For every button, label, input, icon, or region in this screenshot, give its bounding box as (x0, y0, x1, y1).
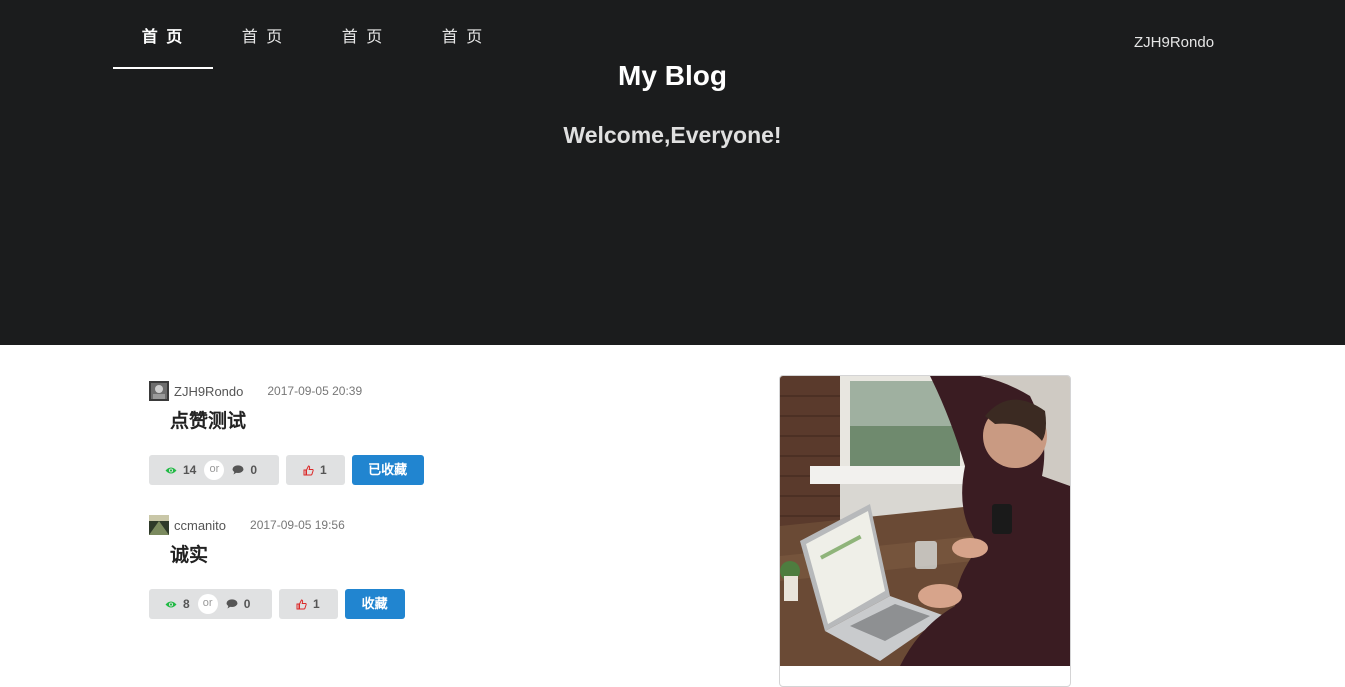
post-author[interactable]: ccmanito (174, 518, 226, 533)
comment-icon (232, 465, 244, 475)
thumbs-up-icon (296, 598, 307, 609)
post-date: 2017-09-05 19:56 (250, 518, 345, 532)
avatar[interactable] (149, 381, 169, 401)
featured-image-card[interactable] (779, 375, 1071, 687)
featured-image (780, 376, 1070, 666)
comments-stat[interactable]: 0 (218, 589, 267, 619)
nav-item-home-2[interactable]: 首 页 (213, 0, 313, 69)
comment-icon (226, 599, 238, 609)
post-meta: ccmanito 2017-09-05 19:56 (149, 515, 405, 535)
favorite-button[interactable]: 已收藏 (351, 455, 424, 485)
avatar[interactable] (149, 515, 169, 535)
like-button[interactable]: 1 (279, 589, 338, 619)
post-item: ccmanito 2017-09-05 19:56 诚实 8 or 0 1 收藏 (149, 515, 405, 619)
views-stat[interactable]: 14 (149, 455, 204, 485)
nav-item-home-3[interactable]: 首 页 (313, 0, 413, 69)
likes-count: 1 (313, 597, 320, 611)
top-nav: 首 页 首 页 首 页 首 页 (113, 0, 513, 69)
post-item: ZJH9Rondo 2017-09-05 20:39 点赞测试 14 or 0 (149, 381, 424, 485)
like-button[interactable]: 1 (286, 455, 345, 485)
post-meta: ZJH9Rondo 2017-09-05 20:39 (149, 381, 424, 401)
views-count: 14 (183, 463, 197, 477)
likes-count: 1 (320, 463, 327, 477)
eye-icon (165, 467, 177, 473)
stats-group: 8 or 0 (149, 589, 272, 619)
post-actions: 8 or 0 1 收藏 (149, 589, 405, 619)
site-subtitle: Welcome,Everyone! (563, 122, 782, 148)
post-author[interactable]: ZJH9Rondo (174, 384, 243, 399)
hero-header: 首 页 首 页 首 页 首 页 ZJH9Rondo My Blog Welcom… (0, 0, 1345, 345)
or-divider: or (197, 594, 218, 614)
post-date: 2017-09-05 20:39 (267, 384, 363, 398)
thumbs-up-icon (303, 464, 314, 475)
site-title: My Blog (618, 60, 727, 91)
stats-group: 14 or 0 (149, 455, 279, 485)
or-divider: or (204, 460, 225, 480)
nav-username[interactable]: ZJH9Rondo (1134, 34, 1214, 51)
nav-item-home-1[interactable]: 首 页 (113, 0, 213, 69)
views-count: 8 (183, 597, 190, 611)
views-stat[interactable]: 8 (149, 589, 198, 619)
comments-count: 0 (250, 463, 258, 477)
comments-stat[interactable]: 0 (224, 455, 273, 485)
comments-count: 0 (243, 597, 251, 611)
eye-icon (165, 601, 177, 607)
post-title[interactable]: 点赞测试 (170, 409, 424, 435)
nav-item-home-4[interactable]: 首 页 (413, 0, 513, 69)
post-title[interactable]: 诚实 (170, 543, 405, 569)
post-actions: 14 or 0 1 已收藏 (149, 455, 424, 485)
favorite-button[interactable]: 收藏 (344, 589, 405, 619)
